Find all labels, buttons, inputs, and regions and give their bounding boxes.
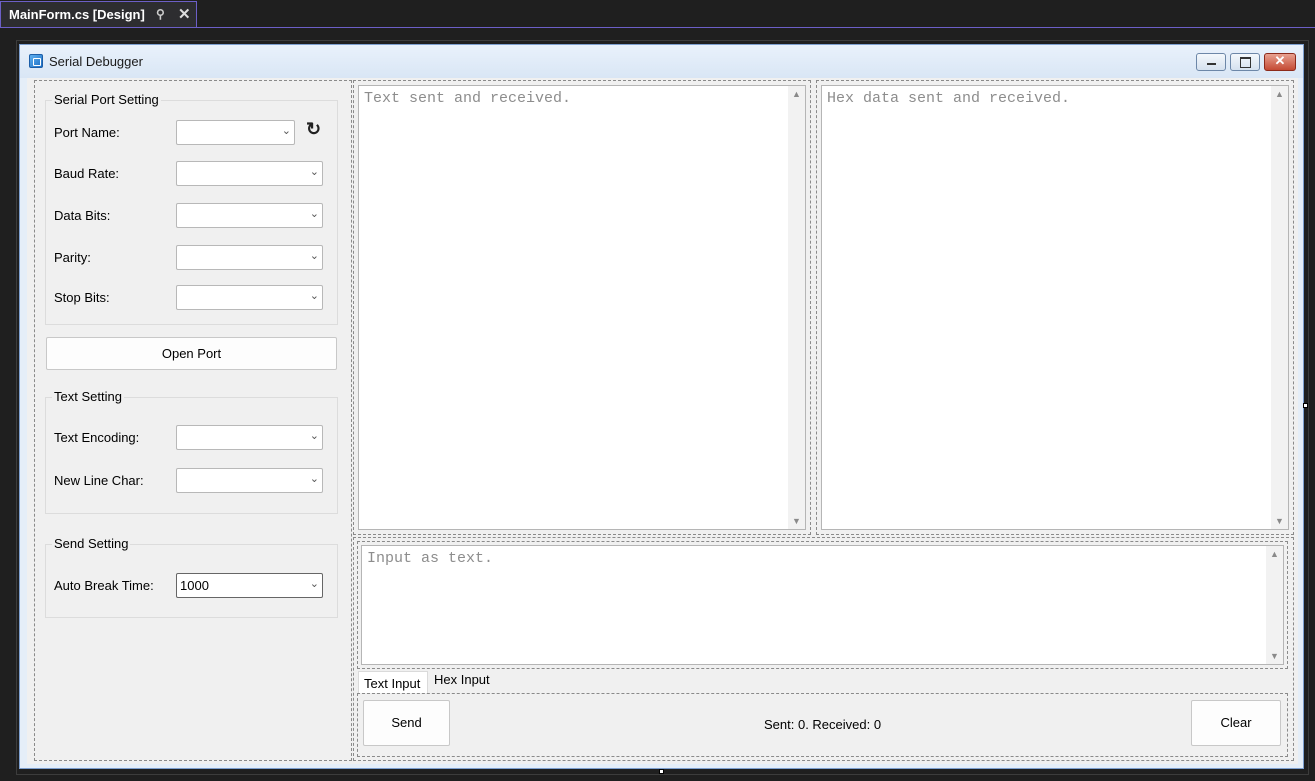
pin-icon[interactable]: ⚲ xyxy=(156,7,165,21)
text-output-scrollbar[interactable]: ▲ ▼ xyxy=(788,86,805,529)
text-encoding-combo[interactable]: ⌄ xyxy=(176,425,323,450)
send-setting-title: Send Setting xyxy=(52,536,131,551)
text-setting-group: Text Setting xyxy=(45,389,338,514)
tab-hex-input[interactable]: Hex Input xyxy=(434,672,490,687)
text-output-placeholder: Text sent and received. xyxy=(364,90,572,107)
new-line-char-combo[interactable]: ⌄ xyxy=(176,468,323,493)
baud-rate-combo[interactable]: ⌄ xyxy=(176,161,323,186)
text-setting-title: Text Setting xyxy=(52,389,124,404)
app-icon xyxy=(29,54,43,68)
baud-rate-label: Baud Rate: xyxy=(54,166,120,181)
hex-output-scrollbar[interactable]: ▲ ▼ xyxy=(1271,86,1288,529)
ide-tab-bar: MainForm.cs [Design] ⚲ ✕ xyxy=(0,0,1315,28)
auto-break-time-value: 1000 xyxy=(180,578,209,593)
resize-handle-bottom[interactable] xyxy=(659,769,664,774)
input-placeholder: Input as text. xyxy=(367,550,494,567)
chevron-down-icon: ⌄ xyxy=(309,208,319,220)
chevron-down-icon: ⌄ xyxy=(309,578,319,590)
chevron-down-icon: ⌄ xyxy=(309,166,319,178)
close-icon[interactable]: ✕ xyxy=(178,5,191,23)
parity-combo[interactable]: ⌄ xyxy=(176,245,323,270)
resize-handle-right[interactable] xyxy=(1303,403,1308,408)
tab-text-input[interactable]: Text Input xyxy=(358,671,428,693)
open-port-button[interactable]: Open Port xyxy=(46,337,337,370)
form-client-area: Serial Port Setting Port Name: ⌄ ↻ Baud … xyxy=(27,78,1298,764)
close-icon: ✕ xyxy=(1274,53,1286,68)
scroll-up-icon[interactable]: ▲ xyxy=(788,89,805,99)
minimize-button[interactable] xyxy=(1196,53,1226,71)
clear-button[interactable]: Clear xyxy=(1191,700,1281,746)
stop-bits-combo[interactable]: ⌄ xyxy=(176,285,323,310)
auto-break-time-combo[interactable]: 1000 ⌄ xyxy=(176,573,323,598)
chevron-down-icon: ⌄ xyxy=(309,430,319,442)
input-box[interactable]: Input as text. ▲ ▼ xyxy=(361,545,1284,665)
text-encoding-label: Text Encoding: xyxy=(54,430,140,445)
refresh-icon[interactable]: ↻ xyxy=(306,119,321,140)
auto-break-time-label: Auto Break Time: xyxy=(54,578,154,593)
serial-debugger-form: Serial Debugger ✕ Serial Port Setting Po… xyxy=(19,44,1304,769)
port-name-label: Port Name: xyxy=(54,125,120,140)
maximize-button[interactable] xyxy=(1230,53,1260,71)
hex-output-placeholder: Hex data sent and received. xyxy=(827,90,1071,107)
data-bits-combo[interactable]: ⌄ xyxy=(176,203,323,228)
scroll-down-icon[interactable]: ▼ xyxy=(788,516,805,526)
close-button[interactable]: ✕ xyxy=(1264,53,1296,71)
document-tab[interactable]: MainForm.cs [Design] ⚲ ✕ xyxy=(0,1,197,27)
scroll-down-icon[interactable]: ▼ xyxy=(1271,516,1288,526)
chevron-down-icon: ⌄ xyxy=(309,473,319,485)
chevron-down-icon: ⌄ xyxy=(309,250,319,262)
new-line-char-label: New Line Char: xyxy=(54,473,144,488)
parity-label: Parity: xyxy=(54,250,91,265)
stop-bits-label: Stop Bits: xyxy=(54,290,110,305)
form-title: Serial Debugger xyxy=(49,54,143,69)
scroll-up-icon[interactable]: ▲ xyxy=(1271,89,1288,99)
input-scrollbar[interactable]: ▲ ▼ xyxy=(1266,546,1283,664)
hex-output-box[interactable]: Hex data sent and received. ▲ ▼ xyxy=(821,85,1289,530)
port-name-combo[interactable]: ⌄ xyxy=(176,120,295,145)
document-tab-title: MainForm.cs [Design] xyxy=(9,7,145,22)
text-output-box[interactable]: Text sent and received. ▲ ▼ xyxy=(358,85,806,530)
chevron-down-icon: ⌄ xyxy=(309,290,319,302)
scroll-down-icon[interactable]: ▼ xyxy=(1266,651,1283,661)
chevron-down-icon: ⌄ xyxy=(281,125,291,137)
data-bits-label: Data Bits: xyxy=(54,208,111,223)
serial-port-setting-title: Serial Port Setting xyxy=(52,92,161,107)
scroll-up-icon[interactable]: ▲ xyxy=(1266,549,1283,559)
status-text: Sent: 0. Received: 0 xyxy=(764,717,882,732)
form-titlebar: Serial Debugger ✕ xyxy=(20,45,1303,78)
send-button[interactable]: Send xyxy=(363,700,450,746)
